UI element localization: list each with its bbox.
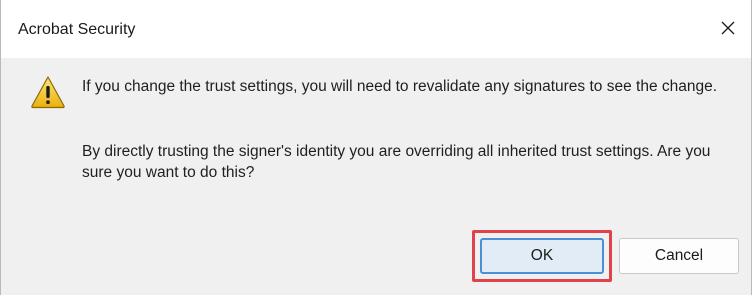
- cancel-button[interactable]: Cancel: [619, 238, 739, 274]
- title-bar: Acrobat Security: [1, 0, 751, 58]
- warning-triangle-icon: [31, 76, 65, 109]
- dialog-title: Acrobat Security: [18, 21, 136, 38]
- close-button[interactable]: [705, 8, 751, 48]
- security-dialog: Acrobat Security If you change the trust…: [0, 0, 752, 295]
- message-override: By directly trusting the signer's identi…: [82, 143, 711, 181]
- close-icon: [721, 21, 735, 35]
- ok-button[interactable]: OK: [480, 238, 604, 274]
- message-revalidate: If you change the trust settings, you wi…: [82, 78, 718, 95]
